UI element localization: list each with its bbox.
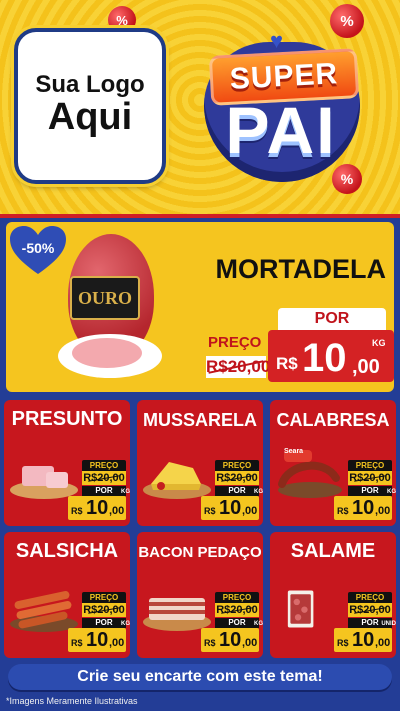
create-flyer-button[interactable]: Crie seu encarte com este tema! [8,664,392,690]
price-unit: KG [121,621,130,627]
product-name: PRESUNTO [11,408,123,430]
price-box: R$ 10 ,00 KG [201,489,263,520]
price-unit: KG [372,338,386,348]
header-banner: % % % Sua Logo Aqui ♥ SUPER PAI [0,0,400,214]
por-label: POR [278,308,386,330]
product-name: CALABRESA [276,410,390,430]
price-box: R$ 10 ,00 KG [334,489,396,520]
price-decimal: ,00 [352,356,380,378]
price-box: R$ 10 ,00 KG [201,621,263,652]
old-price: R$20,00 [206,356,270,378]
currency: R$ [337,638,349,648]
price-integer: 10 [352,629,375,651]
currency: R$ [71,638,83,648]
price-unit: KG [121,489,130,495]
price-unit: KG [387,489,396,495]
old-price: R$20,00 [82,603,126,617]
price-integer: 10 [86,629,109,651]
product-name: BACON PEDAÇO [138,544,262,561]
price-decimal: ,00 [375,505,391,517]
heart-icon: ♥ [270,28,284,53]
salsicha-image [10,591,78,632]
currency: R$ [204,506,216,516]
featured-product-card[interactable]: -50% OURO MORTADELA POR PREÇO R$20,00 R$… [6,222,394,392]
price-box: R$ 10 ,00 KG [268,330,394,382]
bacon-image [143,598,211,631]
preco-label: PREÇO [82,460,126,471]
logo-text-line1: Sua Logo [35,71,145,99]
currency: R$ [204,638,216,648]
brand-label: OURO [70,276,140,320]
pai-label: PAI [225,93,337,167]
logo-text-line2: Aqui [47,96,133,139]
old-price: R$20,00 [348,603,392,617]
price-integer: 10 [219,497,242,519]
product-card-mussarela[interactable]: MUSSARELA PREÇO R$20,00 POR R$ 10 ,00 KG [137,400,263,526]
product-card-calabresa[interactable]: CALABRESA Seara PREÇO R$20,00 POR R$ 10 … [270,400,396,526]
price-decimal: ,00 [242,505,258,517]
old-price: R$20,00 [82,471,126,485]
salame-image [287,590,314,628]
price-decimal: ,00 [242,637,258,649]
price-unit: KG [254,489,263,495]
product-card-salame[interactable]: SALAME PREÇO R$20,00 POR R$ 10 ,00 UNID [270,532,396,658]
price-decimal: ,00 [109,505,125,517]
currency: R$ [71,506,83,516]
preco-label: PREÇO [348,460,392,471]
price-box: R$ 10 ,00 UNID [334,621,396,652]
currency: R$ [276,354,298,373]
currency: R$ [337,506,349,516]
flyer-page: % % % Sua Logo Aqui ♥ SUPER PAI -50% OUR… [0,0,400,711]
price-integer: 10 [352,497,375,519]
preco-label: PREÇO [82,592,126,603]
old-price: R$20,00 [348,471,392,485]
mortadela-slices [72,338,142,368]
mortadela-image: OURO [58,234,168,380]
presunto-image [10,466,78,499]
por-label: POR [215,618,259,628]
price-box: R$ 10 ,00 KG [68,489,130,520]
price-integer: 10 [86,497,109,519]
preco-label: PREÇO [208,334,262,351]
old-price: R$20,00 [215,603,259,617]
por-label: POR [82,618,126,628]
product-name: SALSICHA [15,540,119,562]
price-unit: KG [254,621,263,627]
divider-line [0,214,400,218]
product-name: MUSSARELA [142,410,257,430]
logo-placeholder: Sua Logo Aqui [14,28,166,184]
preco-label: PREÇO [215,592,259,603]
product-card-bacon[interactable]: BACON PEDAÇO PREÇO R$20,00 POR R$ 10 ,00… [137,532,263,658]
price-unit: UNID [381,621,396,627]
disclaimer-text: *Imagens Meramente Ilustrativas [6,696,138,706]
por-label: POR [82,486,126,496]
preco-label: PREÇO [348,592,392,603]
product-name: SALAME [290,540,376,562]
product-card-presunto[interactable]: PRESUNTO PREÇO R$20,00 POR R$ 10 ,00 KG [4,400,130,526]
preco-label: PREÇO [215,460,259,471]
por-label: POR [348,486,392,496]
product-card-salsicha[interactable]: SALSICHA PREÇO R$20,00 POR R$ 10 ,00 KG [4,532,130,658]
price-decimal: ,00 [109,637,125,649]
featured-product-name: MORTADELA [215,254,386,284]
super-pai-badge: ♥ SUPER PAI [196,26,368,196]
old-price: R$20,00 [215,471,259,485]
price-decimal: ,00 [375,637,391,649]
price-box: R$ 10 ,00 KG [68,621,130,652]
mussarela-image [143,462,211,499]
price-integer: 10 [219,629,242,651]
por-label: POR [215,486,259,496]
price-integer: 10 [302,336,347,380]
brand-label: Seara [284,448,304,455]
